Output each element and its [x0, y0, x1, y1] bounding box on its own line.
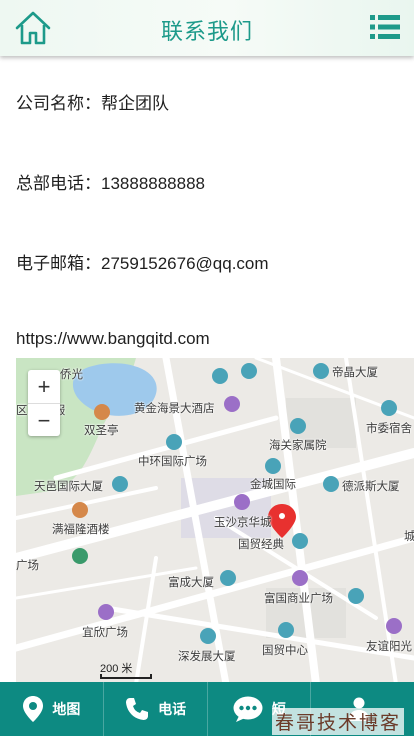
menu-icon [370, 15, 400, 39]
company-label: 公司名称： [16, 94, 101, 113]
poi-label: 国贸经典 [238, 539, 284, 551]
poi-marker-icon [348, 588, 364, 604]
poi-label: 天邑国际大厦 [34, 481, 103, 493]
company-value: 帮企团队 [101, 94, 169, 113]
poi-marker-icon [292, 533, 308, 549]
poi-label: 海关家属院 [269, 440, 327, 452]
poi-label: 国贸中心 [262, 645, 308, 657]
poi-label: 中环国际广场 [138, 456, 207, 468]
bus-stop-icon [72, 548, 88, 564]
map-scale-bar [100, 674, 152, 679]
tab-map-label: 地图 [52, 701, 81, 717]
poi-label: 富国商业广场 [264, 593, 333, 605]
poi-label: 德派斯大厦 [342, 481, 400, 493]
poi-marker-icon [265, 458, 281, 474]
landmark-icon [94, 404, 110, 420]
phone-value[interactable]: 13888888888 [101, 174, 205, 193]
poi-marker-icon [212, 368, 228, 384]
top-header: 联系我们 [0, 0, 414, 56]
zoom-in-button[interactable]: + [28, 370, 60, 403]
phone-label: 总部电话： [16, 174, 101, 193]
email-label: 电子邮箱： [16, 254, 101, 273]
page-title: 联系我们 [160, 19, 253, 44]
poi-marker-icon [313, 363, 329, 379]
poi-label: 玉沙京华城 [214, 517, 272, 529]
hotel-icon [224, 396, 240, 412]
company-name-line: 公司名称：帮企团队 [16, 89, 169, 114]
shopping-icon [234, 494, 250, 510]
phone-icon [126, 698, 149, 720]
poi-label: 黄金海景大酒店 [134, 403, 215, 415]
poi-marker-icon [112, 476, 128, 492]
poi-marker-icon [278, 622, 294, 638]
menu-button[interactable] [370, 14, 400, 40]
poi-marker-icon [381, 400, 397, 416]
poi-label: 富成大厦 [168, 577, 214, 589]
email-value[interactable]: 2759152676@qq.com [101, 254, 269, 273]
poi-marker-icon [323, 476, 339, 492]
location-pin-icon [23, 696, 44, 722]
poi-label: 宜欣广场 [82, 627, 128, 639]
poi-label: 侨光 [60, 369, 83, 381]
zoom-out-button[interactable]: − [28, 403, 60, 436]
tab-map[interactable]: 地图 [0, 682, 104, 736]
poi-label: 市委宿舍 [366, 423, 412, 435]
shopping-icon [292, 570, 308, 586]
poi-marker-icon [290, 418, 306, 434]
poi-label: 深发展大厦 [178, 651, 236, 663]
poi-label: 广场 [16, 560, 39, 572]
location-map[interactable]: 侨光 帝晶大厦 区 政务服 黄金海景大酒店 市委宿舍 双圣亭 海关家属院 中环国… [16, 358, 414, 684]
poi-label: 友谊阳光 [366, 641, 412, 653]
watermark-text: 春哥技术博客 [272, 708, 405, 735]
poi-label: 帝晶大厦 [332, 367, 378, 379]
poi-label: 城 [404, 531, 414, 543]
email-line: 电子邮箱：2759152676@qq.com [16, 249, 269, 274]
poi-marker-icon [166, 434, 182, 450]
tab-phone[interactable]: 电话 [104, 682, 208, 736]
website-link[interactable]: https://www.bangqitd.com [16, 329, 210, 349]
chat-bubble-icon [233, 696, 263, 722]
poi-marker-icon [241, 363, 257, 379]
poi-label: 金城国际 [250, 479, 296, 491]
poi-label: 双圣亭 [84, 425, 119, 437]
restaurant-icon [72, 502, 88, 518]
poi-marker-icon [220, 570, 236, 586]
map-zoom-control: + − [28, 370, 60, 436]
poi-marker-icon [200, 628, 216, 644]
shopping-icon [386, 618, 402, 634]
tab-phone-label: 电话 [158, 701, 187, 717]
shopping-icon [98, 604, 114, 620]
phone-line: 总部电话：13888888888 [16, 169, 205, 194]
poi-label: 满福隆酒楼 [52, 524, 110, 536]
